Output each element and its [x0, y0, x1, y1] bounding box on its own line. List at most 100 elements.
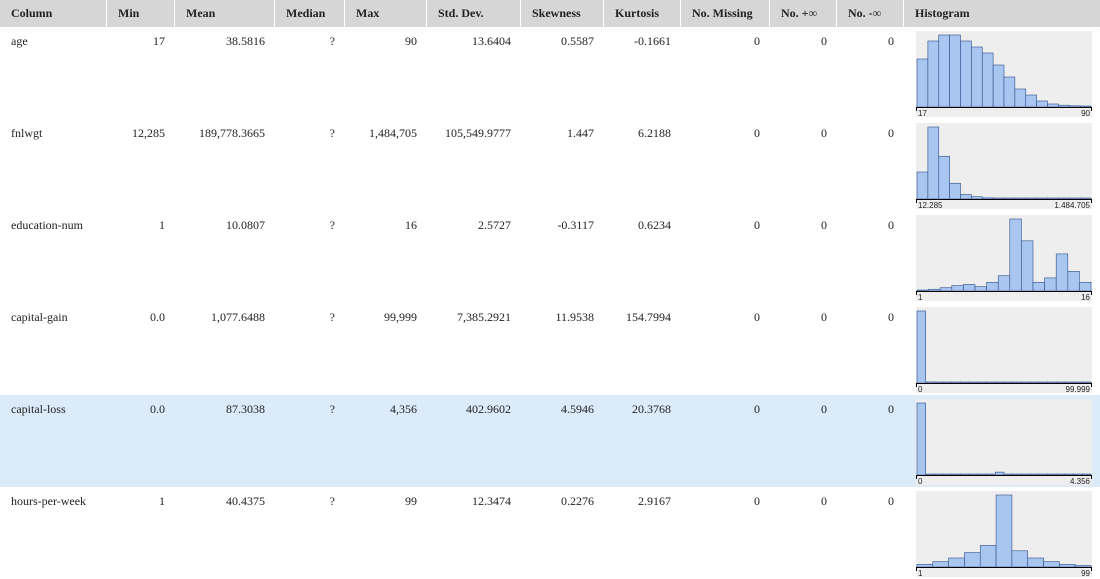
cell-skewness: 11.9538	[555, 310, 594, 324]
histogram-bar	[938, 155, 950, 200]
histogram-bar	[1014, 197, 1027, 200]
table-row[interactable]: capital-loss 0.0 87.3038? 4,356 402.9602 4.59…	[0, 395, 1100, 487]
histogram-bar	[997, 275, 1011, 292]
histogram-min-label: 1	[918, 293, 923, 301]
histogram-bar	[934, 381, 944, 384]
histogram-max-label: 1.484.705	[1054, 201, 1090, 209]
histogram-bar	[1058, 197, 1070, 200]
cell-no-pos-inf: 0	[821, 34, 827, 48]
cell-std-dev: 12.3474	[472, 494, 511, 508]
header-median[interactable]: Median	[275, 0, 345, 27]
histogram-bar	[1064, 381, 1074, 384]
cell-min: 1	[159, 494, 165, 508]
histogram-bar	[1067, 271, 1080, 292]
cell-column-name: capital-loss	[0, 395, 107, 487]
histogram-chart: 12.285 1.484.705	[916, 123, 1092, 209]
header-max[interactable]: Max	[345, 0, 427, 27]
header-mean[interactable]: Mean	[175, 0, 275, 27]
cell-no-neg-inf: 0	[837, 395, 904, 487]
header-row: Column Min Mean Median Max Std. Dev. Ske…	[0, 0, 1100, 27]
header-no-missing[interactable]: No. Missing	[681, 0, 770, 27]
table-row[interactable]: hours-per-week 1 40.4375? 99 12.3474 0.2276 2.…	[0, 487, 1100, 579]
header-no-pos-inf[interactable]: No. +∞	[770, 0, 837, 27]
histogram-bar	[942, 473, 953, 476]
cell-no-neg-inf: 0	[888, 218, 894, 232]
cell-skewness: 0.2276	[561, 494, 594, 508]
cell-skewness: 1.447	[567, 126, 594, 140]
histogram-min-label: 0	[918, 385, 923, 393]
histogram-bar	[916, 310, 926, 384]
histogram-min-label: 12.285	[918, 201, 943, 209]
histogram-bar	[1068, 197, 1081, 200]
histogram-bar	[971, 196, 983, 200]
header-min[interactable]: Min	[107, 0, 175, 27]
cell-median: ?	[329, 310, 335, 324]
header-column[interactable]: Column	[0, 0, 107, 27]
histogram-bar	[1025, 94, 1037, 108]
histogram-bar	[1003, 473, 1013, 476]
cell-no-missing: 0	[754, 310, 760, 324]
histogram-bar	[974, 286, 987, 292]
histogram-bar	[1073, 381, 1083, 384]
header-std-dev[interactable]: Std. Dev.	[427, 0, 521, 27]
histogram-bar	[938, 34, 950, 108]
cell-max: 99	[405, 494, 417, 508]
header-kurtosis[interactable]: Kurtosis	[604, 0, 681, 27]
header-no-neg-inf[interactable]: No. -∞	[837, 0, 904, 27]
cell-no-missing: 0	[681, 395, 770, 487]
cell-mean: 189,778.3665	[199, 126, 265, 140]
histogram-bar	[916, 402, 926, 476]
histogram-bar	[1003, 381, 1013, 384]
table-row[interactable]: fnlwgt 12,285 189,778.3665? 1,484,705 105,54…	[0, 119, 1100, 211]
histogram-bar	[1079, 197, 1092, 200]
histogram-bar	[960, 473, 970, 476]
histogram-bar	[1043, 561, 1060, 568]
histogram-bar	[1011, 550, 1029, 568]
cell-mean: 87.3038	[175, 395, 275, 487]
histogram-bar	[1079, 105, 1092, 108]
cell-max: 99,999	[384, 310, 417, 324]
histogram-bar	[1038, 381, 1048, 384]
histogram-bar	[942, 381, 953, 384]
histogram-bar	[992, 197, 1005, 200]
histogram-chart: 1 99	[916, 491, 1092, 577]
histogram-bar	[939, 287, 953, 292]
histogram-chart: 0 99.999	[916, 307, 1092, 393]
cell-no-missing: 0	[754, 494, 760, 508]
histogram-bar	[1047, 197, 1059, 200]
histogram-bar	[1003, 76, 1016, 108]
histogram-bar	[1055, 473, 1066, 476]
histogram-max-label: 90	[1081, 109, 1090, 117]
table-row[interactable]: education-num 1 10.0807? 16 2.5727 -0.3117 0.6…	[0, 211, 1100, 303]
table-row[interactable]: age 17 38.5816? 90 13.6404 0.5587 -0.1661 0 0 0 17…	[0, 27, 1100, 119]
histogram-bar	[1047, 381, 1057, 384]
table-row[interactable]: capital-gain 0.0 1,077.6488? 99,999 7,385.29…	[0, 303, 1100, 395]
cell-min: 1	[159, 218, 165, 232]
cell-no-neg-inf: 0	[888, 126, 894, 140]
histogram-bar	[1044, 277, 1057, 292]
histogram-bar	[1025, 197, 1037, 200]
cell-kurtosis: 6.2188	[638, 126, 671, 140]
header-histogram[interactable]: Histogram	[904, 0, 1100, 27]
histogram-bar	[968, 381, 979, 384]
cell-max: 4,356	[345, 395, 427, 487]
histogram-bar	[916, 289, 929, 292]
cell-mean: 38.5816	[226, 34, 265, 48]
histogram-bar	[1029, 473, 1040, 476]
histogram-bar	[949, 182, 961, 200]
histogram-bar	[986, 473, 996, 476]
histogram-chart: 17 90	[916, 31, 1092, 117]
cell-column-name: fnlwgt	[11, 126, 43, 140]
histogram-bar	[1036, 100, 1048, 108]
histogram-bar	[1014, 88, 1027, 108]
histogram-bar	[1064, 473, 1074, 476]
cell-histogram: 1 99	[904, 487, 1100, 579]
cell-median: ?	[329, 34, 335, 48]
cell-column-name: hours-per-week	[11, 494, 87, 508]
histogram-bar	[948, 557, 965, 568]
cell-no-pos-inf: 0	[821, 126, 827, 140]
header-skewness[interactable]: Skewness	[521, 0, 604, 27]
histogram-bar	[951, 473, 961, 476]
histogram-bar	[963, 284, 976, 292]
histogram-bar	[968, 473, 979, 476]
